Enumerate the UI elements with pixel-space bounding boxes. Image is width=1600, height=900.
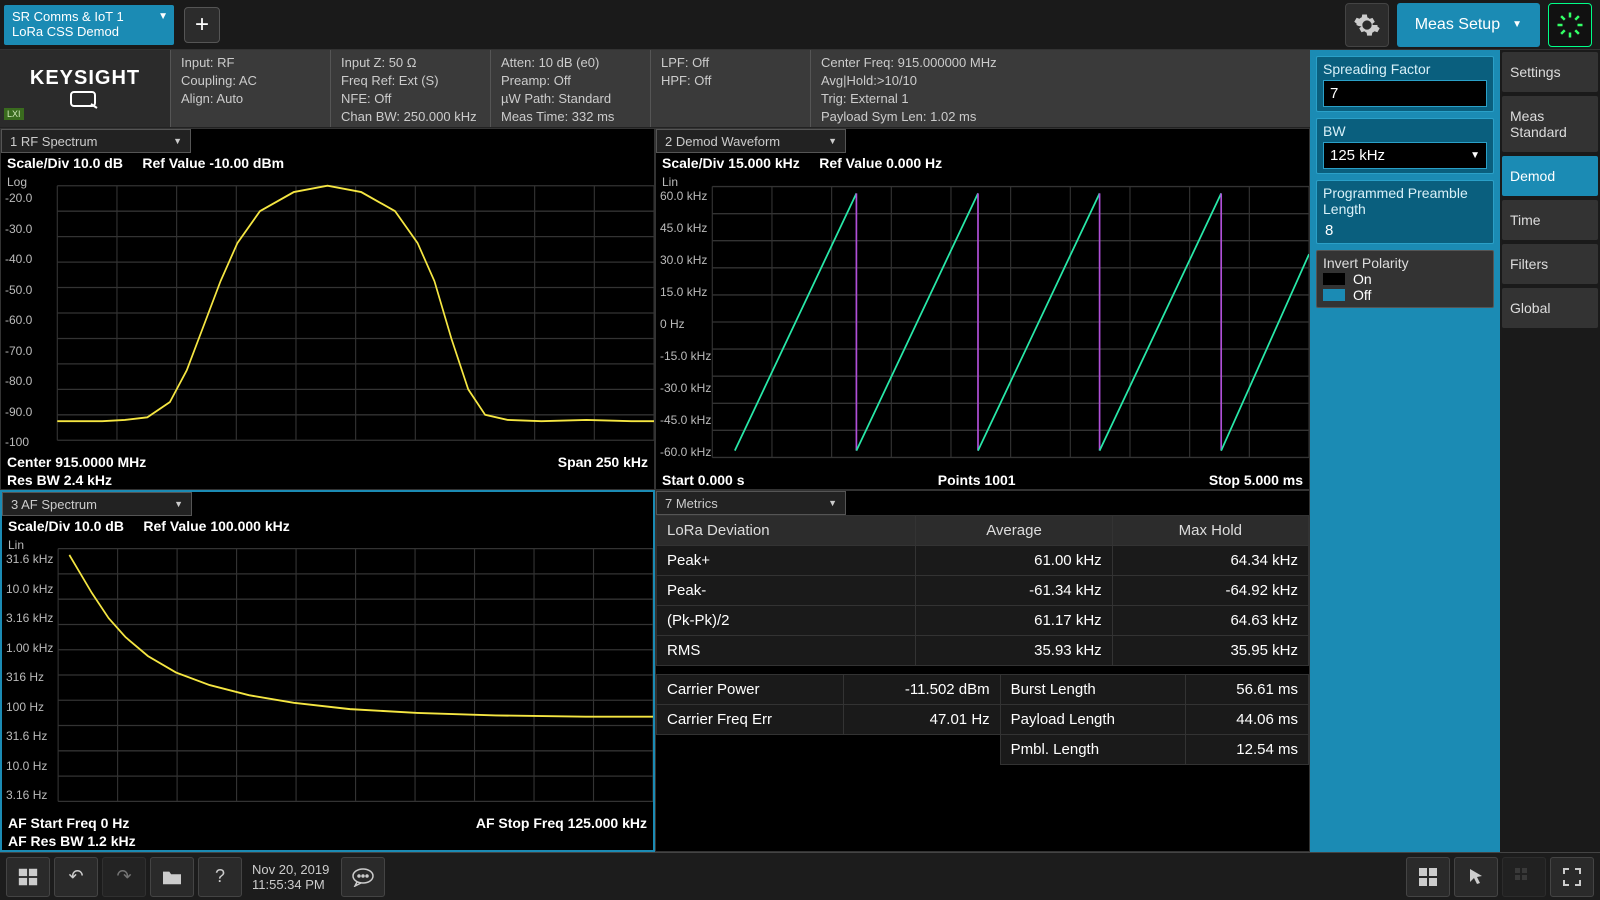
chat-button[interactable]	[341, 857, 385, 897]
chevron-down-icon: ▼	[1512, 19, 1522, 30]
panel2-ref: Ref Value 0.000 Hz	[819, 155, 942, 171]
panel1-center: Center 915.0000 MHz	[7, 454, 146, 470]
chevron-down-icon: ▼	[1470, 150, 1480, 161]
toggle-off-icon	[1323, 289, 1345, 301]
table-row: Peak--61.34 kHz-64.92 kHz	[657, 576, 1309, 606]
panel1-ref: Ref Value -10.00 dBm	[142, 155, 284, 171]
info-column: Center Freq: 915.000000 MHzAvg|Hold:>10/…	[810, 50, 1007, 127]
tab-global[interactable]: Global	[1502, 288, 1598, 328]
tab-meas-standard[interactable]: Meas Standard	[1502, 96, 1598, 152]
bw-select[interactable]: 125 kHz▼	[1323, 142, 1487, 169]
info-column: Atten: 10 dB (e0)Preamp: OffµW Path: Sta…	[490, 50, 650, 127]
panel1-selector[interactable]: 1 RF Spectrum▼	[1, 129, 191, 153]
chevron-down-icon: ▼	[828, 136, 837, 146]
table-row: RMS35.93 kHz35.95 kHz	[657, 636, 1309, 666]
lxi-badge: LXI	[4, 108, 24, 120]
toggle-on-icon	[1323, 273, 1345, 285]
panel1-span: Span 250 kHz	[558, 454, 648, 470]
panel-af-spectrum: 3 AF Spectrum▼ Scale/Div 10.0 dB Ref Val…	[0, 490, 655, 852]
gear-icon	[1353, 11, 1381, 39]
pointer-icon	[1466, 867, 1486, 887]
panel2-points: Points 1001	[938, 472, 1016, 488]
status-date: Nov 20, 2019	[252, 862, 329, 877]
panel2-start: Start 0.000 s	[662, 472, 745, 488]
mode-tab-line2: LoRa CSS Demod	[12, 24, 166, 39]
panel-demod-waveform: 2 Demod Waveform▼ Scale/Div 15.000 kHz R…	[655, 128, 1310, 490]
speech-bubble-icon	[351, 867, 375, 887]
panel1-scale: Scale/Div 10.0 dB	[7, 155, 123, 171]
af-spectrum-plot[interactable]: Lin 31.6 kHz10.0 kHz3.16 kHz1.00 kHz316 …	[2, 536, 653, 814]
help-button[interactable]: ?	[198, 857, 242, 897]
windows-start-button[interactable]	[6, 857, 50, 897]
meas-setup-panel: Spreading Factor 7 BW 125 kHz▼ Programme…	[1310, 50, 1500, 852]
panel3-scale: Scale/Div 10.0 dB	[8, 518, 124, 534]
table-row: (Pk-Pk)/261.17 kHz64.63 kHz	[657, 606, 1309, 636]
expand-icon	[1562, 867, 1582, 887]
run-indicator-button[interactable]	[1548, 3, 1592, 47]
layout-grid-button[interactable]	[1502, 857, 1546, 897]
demod-waveform-plot[interactable]: Lin 60.0 kHz45.0 kHz30.0 kHz15.0 kHz0 Hz…	[656, 173, 1309, 471]
chevron-down-icon: ▼	[828, 498, 837, 508]
panel2-scale: Scale/Div 15.000 kHz	[662, 155, 800, 171]
param-spreading-factor[interactable]: Spreading Factor 7	[1316, 56, 1494, 112]
info-column: LPF: OffHPF: Off	[650, 50, 810, 127]
panel-rf-spectrum: 1 RF Spectrum▼ Scale/Div 10.0 dB Ref Val…	[0, 128, 655, 490]
table-row: Carrier Power-11.502 dBmBurst Length56.6…	[657, 675, 1309, 705]
spreading-factor-input[interactable]: 7	[1323, 80, 1487, 107]
meas-setup-button[interactable]: Meas Setup ▼	[1397, 3, 1540, 47]
panel3-selector[interactable]: 3 AF Spectrum▼	[2, 492, 192, 516]
undo-button[interactable]: ↶	[54, 857, 98, 897]
panel2-stop: Stop 5.000 ms	[1209, 472, 1303, 488]
tab-filters[interactable]: Filters	[1502, 244, 1598, 284]
layout-quad-button[interactable]	[1406, 857, 1450, 897]
meas-setup-label: Meas Setup	[1415, 16, 1500, 34]
panel3-start: AF Start Freq 0 Hz	[8, 815, 129, 831]
info-column: Input: RFCoupling: ACAlign: Auto	[170, 50, 330, 127]
tab-demod[interactable]: Demod	[1502, 156, 1598, 196]
tab-settings[interactable]: Settings	[1502, 52, 1598, 92]
panel3-stop: AF Stop Freq 125.000 kHz	[476, 815, 647, 831]
grid-small-icon	[1514, 867, 1534, 887]
panel3-ref: Ref Value 100.000 kHz	[143, 518, 289, 534]
preamble-length-value: 8	[1323, 220, 1487, 239]
windows-icon	[17, 866, 39, 888]
settings-gear-button[interactable]	[1345, 3, 1389, 47]
folder-icon	[161, 868, 183, 886]
grid-icon	[1418, 867, 1438, 887]
info-column: Input Z: 50 ΩFreq Ref: Ext (S)NFE: OffCh…	[330, 50, 490, 127]
panel2-selector[interactable]: 2 Demod Waveform▼	[656, 129, 846, 153]
brand-logo: KEYSIGHT	[30, 67, 140, 90]
metrics-table: LoRa DeviationAverageMax Hold Peak+61.00…	[656, 515, 1309, 666]
chevron-down-icon: ▼	[173, 136, 182, 146]
param-bw[interactable]: BW 125 kHz▼	[1316, 118, 1494, 174]
pointer-button[interactable]	[1454, 857, 1498, 897]
status-datetime: Nov 20, 2019 11:55:34 PM	[252, 862, 329, 892]
display-icon	[69, 90, 101, 110]
logo-cell: KEYSIGHT	[0, 50, 170, 127]
mode-tab-line1: SR Comms & IoT 1	[12, 9, 166, 24]
panel4-selector[interactable]: 7 Metrics▼	[656, 491, 846, 515]
redo-button[interactable]: ↷	[102, 857, 146, 897]
running-icon	[1555, 10, 1585, 40]
mode-tab[interactable]: SR Comms & IoT 1 LoRa CSS Demod ▼	[4, 5, 174, 45]
fullscreen-button[interactable]	[1550, 857, 1594, 897]
tab-time[interactable]: Time	[1502, 200, 1598, 240]
chevron-down-icon: ▼	[158, 11, 168, 22]
chevron-down-icon: ▼	[174, 499, 183, 509]
status-time: 11:55:34 PM	[252, 877, 329, 892]
param-preamble-length[interactable]: Programmed Preamble Length 8	[1316, 180, 1494, 244]
metrics-extra-table: Carrier Power-11.502 dBmBurst Length56.6…	[656, 674, 1309, 765]
rf-spectrum-plot[interactable]: Log -20.0-30.0-40.0-50.0-60.0-70.0-80.0-…	[1, 173, 654, 453]
table-row: Peak+61.00 kHz64.34 kHz	[657, 546, 1309, 576]
table-row: Pmbl. Length12.54 ms	[657, 735, 1309, 765]
add-tab-button[interactable]: +	[184, 7, 220, 43]
param-invert-polarity[interactable]: Invert Polarity On Off	[1316, 250, 1494, 308]
table-row: Carrier Freq Err47.01 HzPayload Length44…	[657, 705, 1309, 735]
panel1-rbw: Res BW 2.4 kHz	[7, 472, 112, 488]
panel3-rbw: AF Res BW 1.2 kHz	[8, 833, 136, 849]
panel-metrics: 7 Metrics▼ LoRa DeviationAverageMax Hold…	[655, 490, 1310, 852]
folder-button[interactable]	[150, 857, 194, 897]
